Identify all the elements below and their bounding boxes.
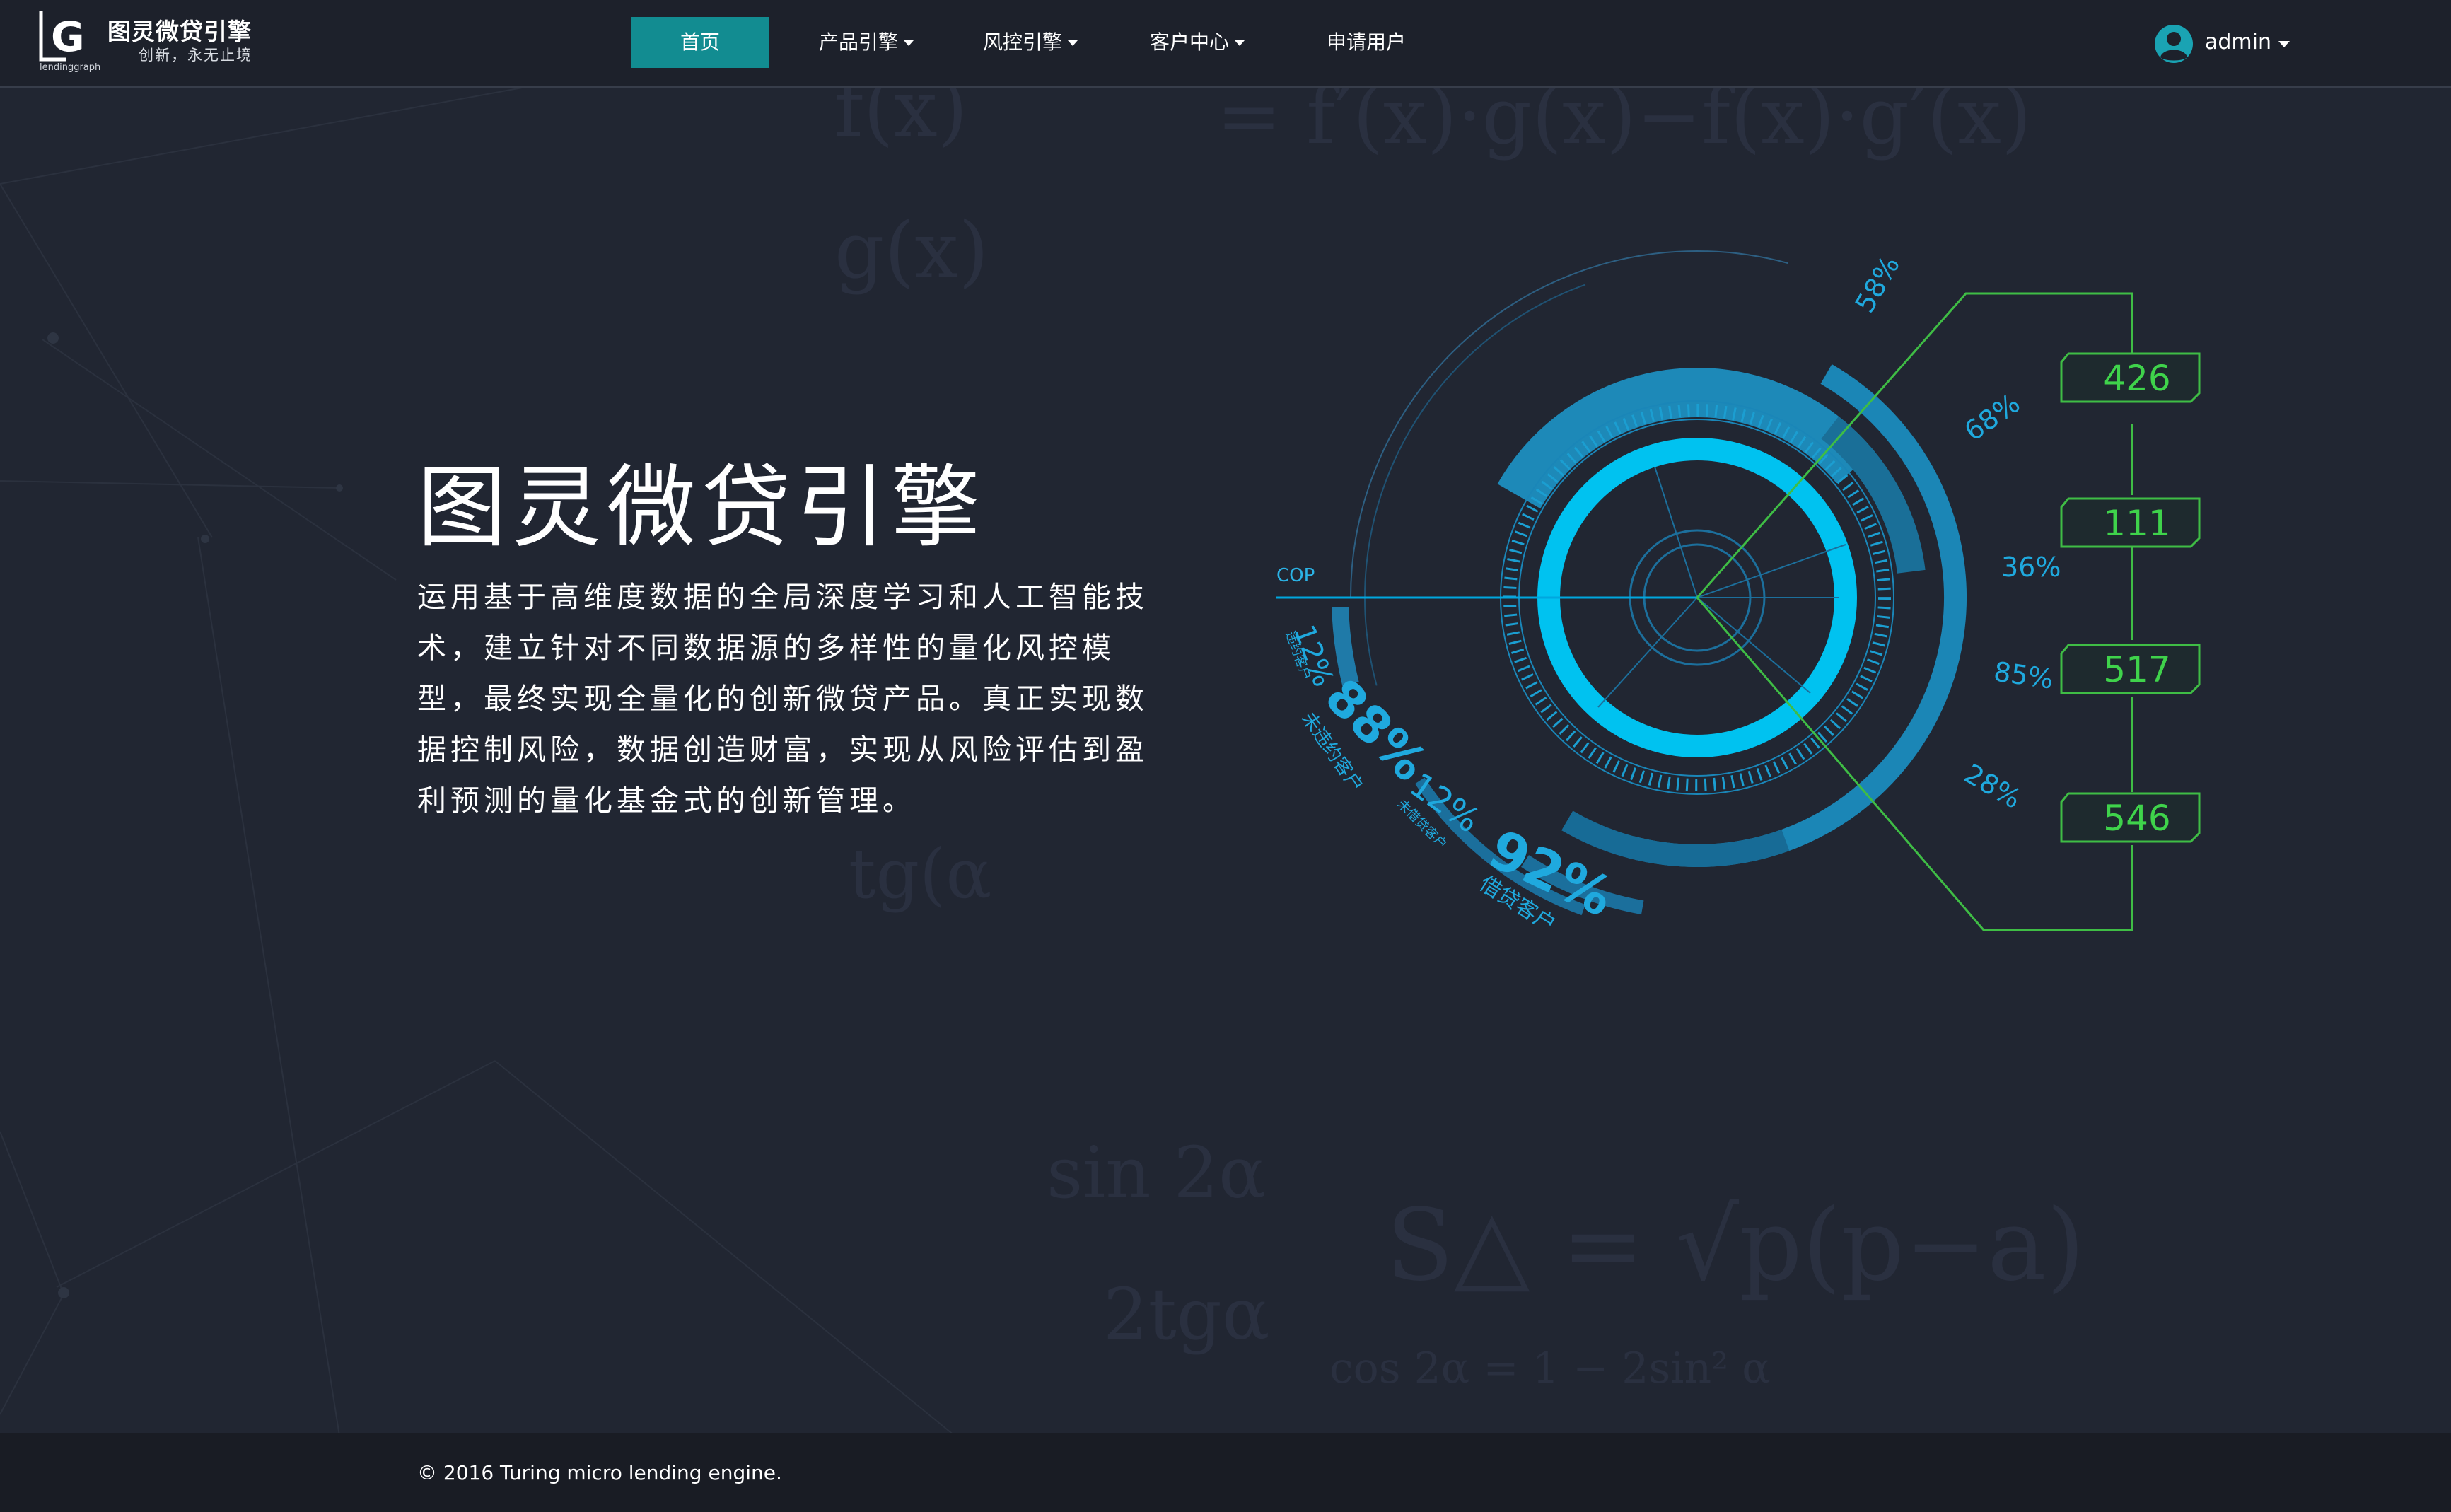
- user-avatar-icon: [2155, 25, 2193, 63]
- brand-slogan: 创新，永无止境: [139, 47, 252, 64]
- counter-value: 546: [2103, 798, 2170, 839]
- copyright-text: © 2016 Turing micro lending engine.: [417, 1461, 782, 1484]
- hero-description: 运用基于高维度数据的全局深度学习和人工智能技术，建立针对不同数据源的多样性的量化…: [417, 580, 1148, 818]
- counter-value: 517: [2103, 649, 2170, 690]
- nav-product-engine[interactable]: 产品引擎: [806, 17, 926, 68]
- bg-formula: sin 2α: [1047, 1132, 1267, 1214]
- nav-home[interactable]: 首页: [631, 17, 769, 68]
- brand-title: 图灵微贷引擎: [107, 18, 252, 45]
- nav-customer-center[interactable]: 客户中心: [1137, 17, 1257, 68]
- ray-percent-label: 28%: [1960, 758, 2027, 815]
- nav-label: 风控引擎: [982, 30, 1062, 54]
- bg-formula: S△ = √p(p−a): [1386, 1188, 2085, 1303]
- nav-risk-engine[interactable]: 风控引擎: [970, 17, 1090, 68]
- chevron-down-icon: [1068, 40, 1078, 46]
- nav-label: 申请用户: [1326, 30, 1406, 54]
- chevron-down-icon: [2278, 41, 2290, 47]
- ray-percent-label: 36%: [2001, 552, 2061, 583]
- footer: © 2016 Turing micro lending engine.: [0, 1433, 2451, 1512]
- ray-percent-label: 85%: [1992, 656, 2056, 694]
- logo-caption: lendinggraph: [40, 62, 101, 73]
- dashboard-graphic: COP 58% 68% 36% 85% 28% 426 111 517 546 …: [1276, 240, 2201, 948]
- user-name: admin: [2205, 30, 2271, 54]
- nav-label: 客户中心: [1149, 30, 1229, 54]
- ray-percent-label: 58%: [1849, 250, 1906, 318]
- arc-stat-value: 12%: [1402, 765, 1487, 841]
- ray-percent-label: 68%: [1959, 388, 2025, 447]
- cop-label: COP: [1276, 565, 1315, 586]
- bg-formula: tg(α: [849, 834, 992, 914]
- counter-value: 426: [2103, 358, 2170, 399]
- bg-formula: g(x): [834, 205, 989, 296]
- bg-formula: 2tgα: [1103, 1273, 1270, 1356]
- top-navbar: G lendinggraph 图灵微贷引擎 创新，永无止境 首页 产品引擎 风控…: [0, 0, 2451, 88]
- hero-title: 图灵微贷引擎: [417, 455, 986, 560]
- chevron-down-icon: [1235, 40, 1245, 46]
- chevron-down-icon: [904, 40, 914, 46]
- counter-value: 111: [2103, 503, 2170, 544]
- nav-label: 产品引擎: [818, 30, 898, 54]
- bg-formula: cos 2α = 1 − 2sin² α: [1329, 1344, 1771, 1393]
- nav-apply-users[interactable]: 申请用户: [1317, 17, 1416, 68]
- svg-text:G: G: [51, 13, 85, 61]
- nav-label: 首页: [680, 30, 720, 54]
